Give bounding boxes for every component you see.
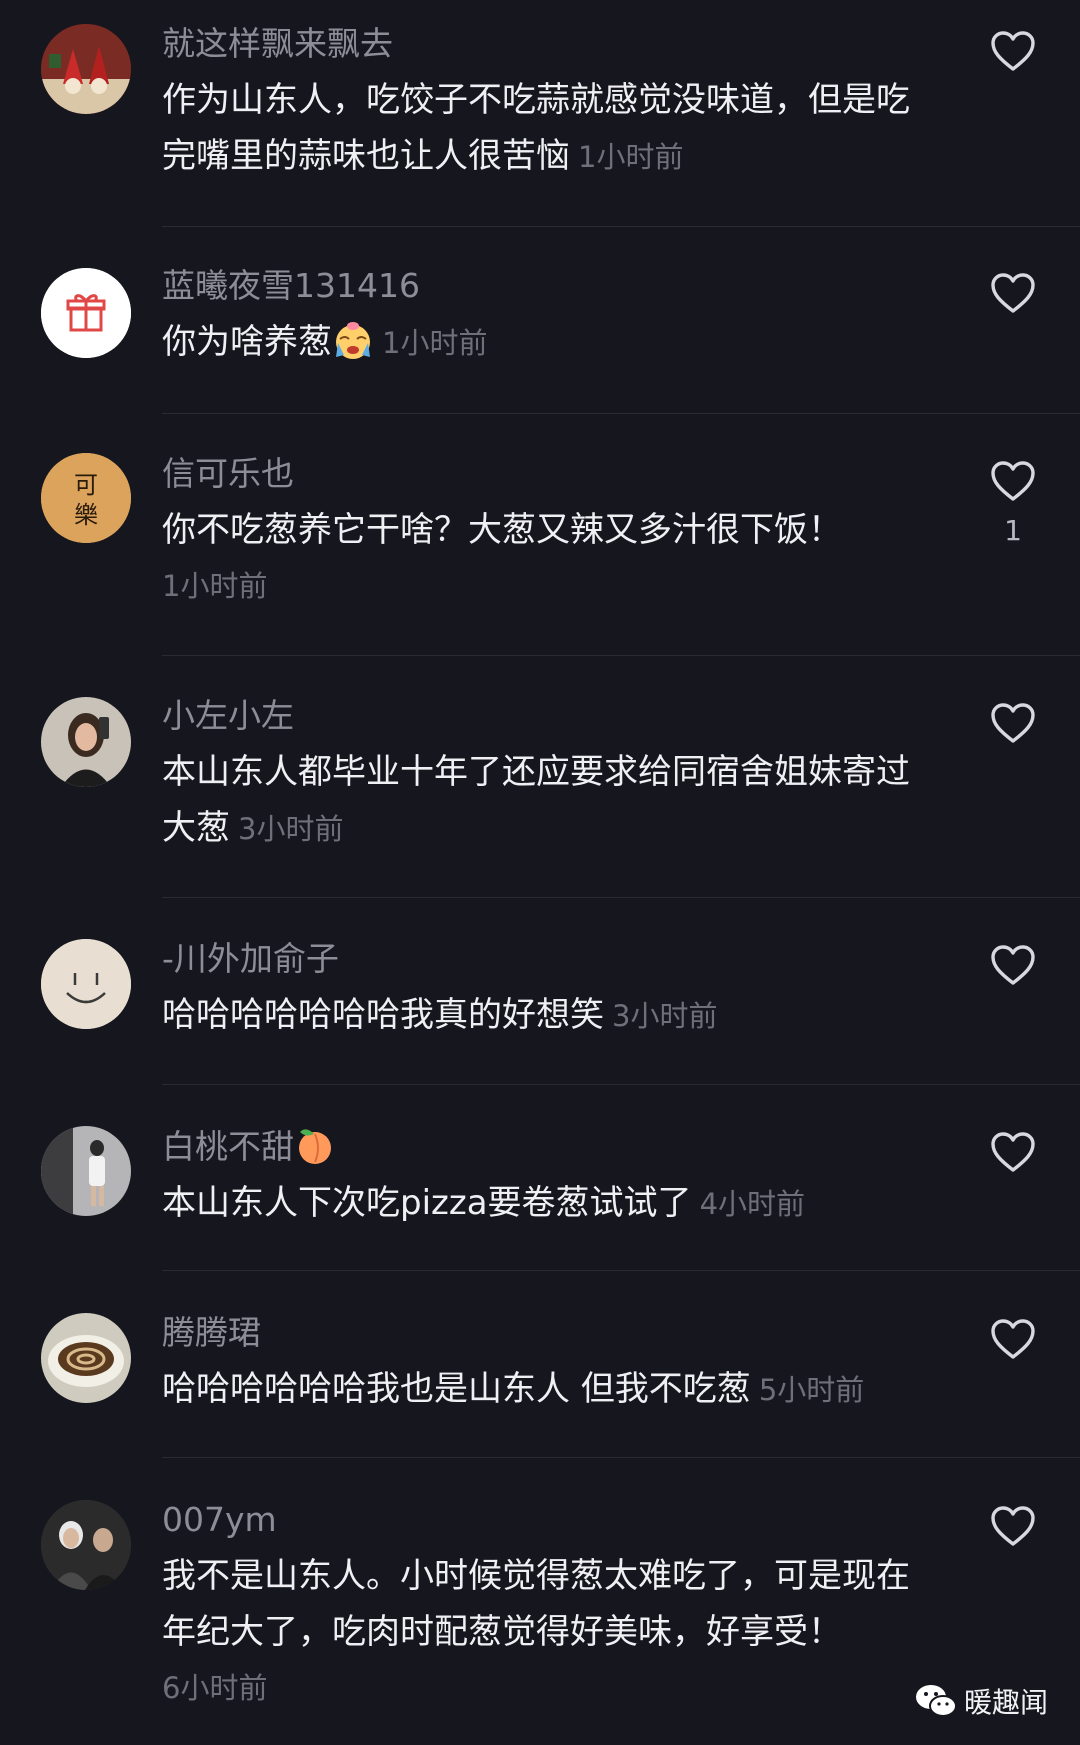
divider [162, 897, 1080, 898]
timestamp: 5小时前 [758, 1373, 865, 1407]
peach-emoji [299, 1129, 331, 1164]
smiley-face-avatar[interactable] [41, 939, 131, 1029]
timestamp: 6小时前 [162, 1671, 268, 1705]
comment-text: 本山东人都毕业十年了还应要求给同宿舍姐妹寄过大葱 3小时前 [162, 752, 910, 848]
svg-text:可: 可 [74, 471, 98, 499]
divider [162, 1084, 1080, 1085]
username[interactable]: 007ym [162, 1498, 922, 1542]
comment-text: 你为啥养葱 1小时前 [162, 314, 922, 371]
like-button[interactable] [990, 702, 1036, 744]
heart-icon [991, 31, 1035, 71]
like-button[interactable] [990, 1131, 1036, 1173]
wechat-icon [916, 1685, 957, 1717]
selfie-photo-avatar[interactable] [41, 697, 131, 787]
comment-text: 哈哈哈哈哈哈我也是山东人 但我不吃葱 5小时前 [162, 1369, 865, 1409]
timestamp: 1小时前 [382, 326, 488, 360]
coffee-cup-avatar[interactable] [41, 1313, 131, 1403]
like-button[interactable] [990, 944, 1036, 986]
timestamp: 1小时前 [578, 140, 684, 174]
username[interactable]: 蓝曦夜雪131416 [162, 264, 922, 308]
like-button[interactable] [990, 30, 1036, 72]
watermark-text: 暖趣闻 [964, 1686, 1049, 1719]
heart-icon [991, 703, 1035, 743]
heart-icon [991, 1132, 1035, 1172]
christmas-gnome-avatar[interactable] [41, 24, 131, 114]
heart-icon [991, 1319, 1035, 1359]
username[interactable]: 腾腾珺 [162, 1311, 922, 1355]
timestamp: 3小时前 [612, 999, 718, 1033]
username[interactable]: 就这样飘来飘去 [162, 22, 922, 66]
like-button[interactable] [990, 1505, 1036, 1547]
divider [162, 1457, 1080, 1458]
username[interactable]: 小左小左 [162, 694, 922, 738]
divider [162, 413, 1080, 414]
heart-icon [991, 273, 1035, 313]
divider [162, 226, 1080, 227]
comment-text: 作为山东人，吃饺子不吃蒜就感觉没味道，但是吃完嘴里的蒜味也让人很苦恼 1小时前 [162, 80, 910, 176]
timestamp: 3小时前 [238, 812, 344, 846]
timestamp: 4小时前 [699, 1187, 806, 1221]
username[interactable]: -川外加俞子 [162, 937, 922, 981]
username[interactable]: 信可乐也 [162, 452, 922, 496]
svg-text:樂: 樂 [74, 501, 98, 529]
username[interactable]: 白桃不甜 [162, 1124, 922, 1169]
group-photo-avatar[interactable] [41, 1500, 131, 1590]
like-count: 1 [1004, 514, 1022, 547]
divider [162, 1270, 1080, 1271]
heart-icon [991, 945, 1035, 985]
crying-face-emoji [336, 322, 370, 359]
heart-icon [991, 1506, 1035, 1546]
comment-text: 我不是山东人。小时候觉得葱太难吃了，可是现在年纪大了，吃肉时配葱觉得好美味，好享… [162, 1548, 922, 1716]
comment-text: 哈哈哈哈哈哈哈我真的好想笑 3小时前 [162, 995, 718, 1035]
heart-icon [991, 461, 1035, 501]
like-button[interactable] [990, 1318, 1036, 1360]
mirror-photo-avatar[interactable] [41, 1126, 131, 1216]
timestamp: 1小时前 [162, 569, 268, 603]
watermark: 暖趣闻 [914, 1676, 1074, 1726]
like-button[interactable] [990, 272, 1036, 314]
comment-text: 你不吃葱养它干啥？大葱又辣又多汁很下饭！ 1小时前 [162, 502, 922, 614]
gift-box-avatar[interactable] [41, 268, 131, 358]
calligraphy-avatar[interactable]: 可 樂 [41, 453, 131, 543]
divider [162, 655, 1080, 656]
comment-text: 本山东人下次吃pizza要卷葱试试了 4小时前 [162, 1183, 806, 1223]
like-button[interactable]: 1 [990, 460, 1036, 547]
